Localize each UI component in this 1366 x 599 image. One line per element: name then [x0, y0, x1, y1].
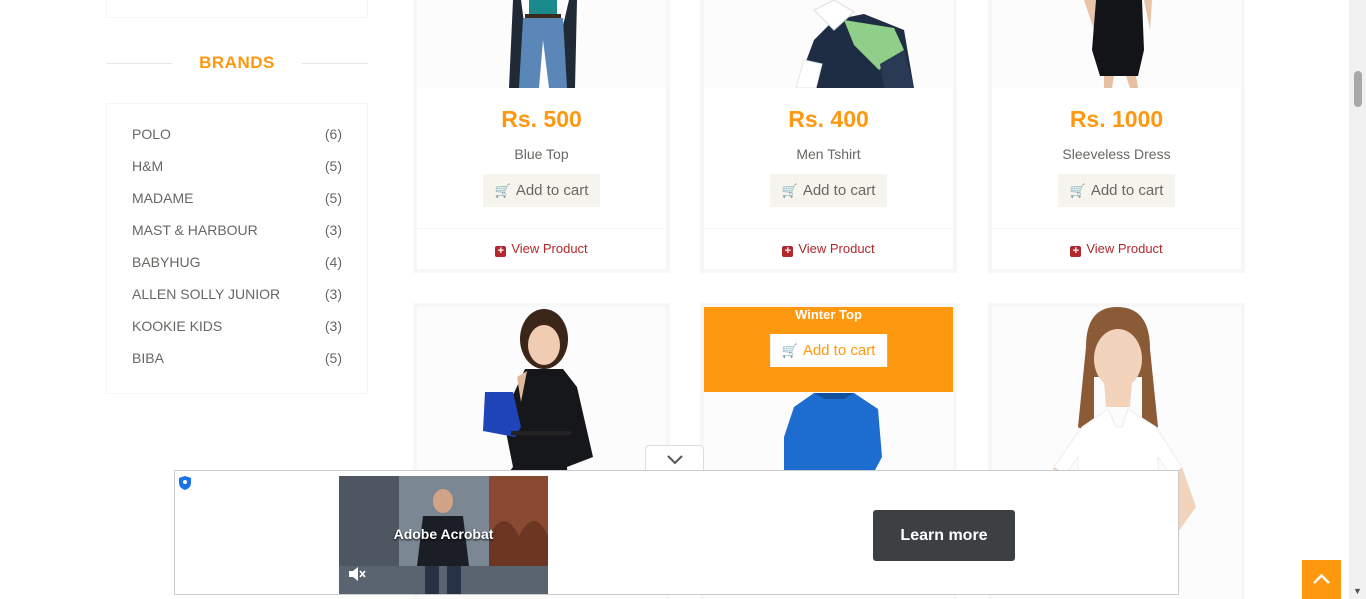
brand-count: (3) [324, 222, 342, 238]
brands-heading: BRANDS [106, 52, 368, 76]
page: BRANDS POLO (6) H&M (5) MADAME (5) MAST & H… [0, 0, 1366, 599]
ad-shield-icon[interactable] [178, 475, 192, 491]
model-figure [509, 0, 577, 88]
scroll-down-arrow-icon[interactable]: ▼ [1349, 583, 1366, 599]
cart-icon: 🛒 [781, 343, 798, 358]
product-price: Rs. 400 [788, 106, 869, 132]
brand-item-mast-harbour[interactable]: MAST & HARBOUR (3) [132, 222, 342, 242]
brand-item-babyhug[interactable]: BABYHUG (4) [132, 254, 342, 274]
add-to-cart-button[interactable]: 🛒 Add to cart [482, 174, 601, 207]
brand-item-allen-solly-junior[interactable]: ALLEN SOLLY JUNIOR (3) [132, 286, 342, 306]
brands-list: POLO (6) H&M (5) MADAME (5) MAST & HARBOUR (… [106, 103, 368, 394]
plus-square-icon: + [1070, 246, 1082, 257]
product-image[interactable] [992, 0, 1241, 88]
add-to-cart-label: Add to cart [515, 182, 589, 199]
product-image[interactable] [704, 0, 953, 88]
product-card: Rs. 400 Men Tshirt 🛒 Add to cart + View Pr… [700, 0, 957, 273]
brand-name[interactable]: KOOKIE KIDS [132, 318, 222, 334]
brand-item-hm[interactable]: H&M (5) [132, 158, 342, 178]
ad-banner[interactable]: Adobe Acrobat Learn more [174, 470, 1179, 595]
overlay-add-to-cart-button[interactable]: 🛒 Add to cart [769, 334, 888, 367]
scrollbar-thumb[interactable] [1354, 71, 1362, 107]
view-product-label: View Product [511, 241, 588, 256]
divider [302, 63, 368, 64]
brand-name[interactable]: H&M [132, 158, 163, 174]
brand-item-kookie-kids[interactable]: KOOKIE KIDS (3) [132, 318, 342, 338]
product-price: Rs. 500 [501, 106, 582, 132]
brand-name[interactable]: POLO [132, 126, 171, 142]
add-to-cart-label: Add to cart [1090, 182, 1164, 199]
product-card: Rs. 1000 Sleeveless Dress 🛒 Add to cart +… [988, 0, 1245, 273]
view-product-label: View Product [1086, 241, 1163, 256]
brand-count: (5) [324, 158, 342, 174]
product-hover-overlay: Winter Top 🛒 Add to cart [704, 307, 953, 392]
plus-square-icon: + [782, 246, 794, 257]
brand-count: (6) [324, 126, 342, 142]
brand-name[interactable]: ALLEN SOLLY JUNIOR [132, 286, 280, 302]
scroll-to-top-button[interactable] [1302, 560, 1341, 599]
product-card: Rs. 500 Blue Top 🛒 Add to cart + View Prod… [413, 0, 670, 273]
product-name: Blue Top [514, 146, 569, 162]
ad-collapse-toggle[interactable] [645, 445, 704, 472]
product-name: Men Tshirt [796, 146, 861, 162]
brand-count: (5) [324, 350, 342, 366]
mute-icon[interactable] [347, 566, 367, 582]
brand-name[interactable]: MADAME [132, 190, 193, 206]
ad-video[interactable]: Adobe Acrobat [339, 476, 548, 594]
cart-icon: 🛒 [781, 183, 798, 198]
product-price: Rs. 1000 [1069, 106, 1164, 132]
view-product-label: View Product [798, 241, 875, 256]
cart-icon: 🛒 [494, 183, 511, 198]
brand-name[interactable]: MAST & HARBOUR [132, 222, 258, 238]
brand-count: (5) [324, 190, 342, 206]
add-to-cart-button[interactable]: 🛒 Add to cart [1057, 174, 1176, 207]
add-to-cart-label: Add to cart [802, 342, 876, 359]
view-product-link[interactable]: + View Product [992, 228, 1241, 269]
view-product-link[interactable]: + View Product [417, 228, 666, 269]
category-panel-bottom [106, 0, 368, 18]
add-to-cart-label: Add to cart [802, 182, 876, 199]
add-to-cart-button[interactable]: 🛒 Add to cart [769, 174, 888, 207]
model-figure [1084, 0, 1152, 88]
brand-count: (4) [324, 254, 342, 270]
brand-count: (3) [324, 286, 342, 302]
brand-item-biba[interactable]: BIBA (5) [132, 350, 342, 370]
brand-name[interactable]: BIBA [132, 350, 164, 366]
brand-item-madame[interactable]: MADAME (5) [132, 190, 342, 210]
brand-name[interactable]: BABYHUG [132, 254, 200, 270]
brand-item-polo[interactable]: POLO (6) [132, 126, 342, 146]
chevron-up-icon [1313, 573, 1330, 584]
model-figure [795, 0, 914, 88]
product-image[interactable] [417, 0, 666, 88]
view-product-link[interactable]: + View Product [704, 228, 953, 269]
brand-count: (3) [324, 318, 342, 334]
learn-more-button[interactable]: Learn more [873, 510, 1015, 561]
chevron-down-icon [666, 455, 683, 465]
plus-square-icon: + [495, 246, 507, 257]
ad-video-caption: Adobe Acrobat [393, 526, 494, 542]
overlay-product-name: Winter Top [795, 307, 862, 322]
product-name: Sleeveless Dress [1062, 146, 1171, 162]
cart-icon: 🛒 [1069, 183, 1086, 198]
